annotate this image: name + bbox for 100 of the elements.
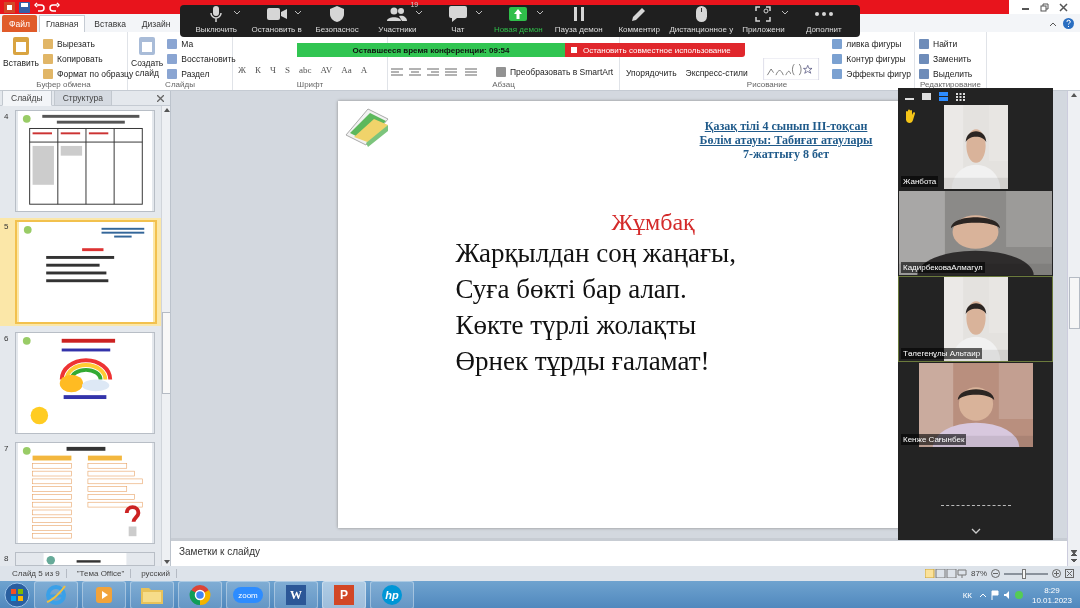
- slide-thumbnail-row[interactable]: 5: [0, 218, 161, 326]
- tool-icon: [918, 38, 930, 50]
- meeting-button[interactable]: Приложени: [733, 5, 794, 37]
- scroll-up-icon[interactable]: [164, 108, 170, 112]
- fit-slide-icon[interactable]: [1065, 569, 1074, 578]
- video-tile[interactable]: КадирбековаАлмагул: [898, 190, 1053, 276]
- ribbon-item[interactable]: Ма: [166, 38, 236, 50]
- pen-icon: [632, 7, 647, 21]
- format-button[interactable]: AV: [318, 65, 335, 75]
- caret-icon[interactable]: [415, 11, 422, 15]
- restore-icon[interactable]: [1040, 2, 1049, 12]
- meeting-button[interactable]: Дистанционное у: [669, 5, 734, 37]
- close-icon[interactable]: [157, 94, 164, 102]
- slide-thumbnail[interactable]: [15, 220, 157, 324]
- chevron-down-icon[interactable]: [970, 528, 981, 534]
- slide-thumbnail[interactable]: [15, 442, 155, 544]
- ribbon-item[interactable]: Эффекты фигур: [831, 68, 911, 80]
- slide-thumbnail-row[interactable]: 7: [0, 440, 161, 546]
- stop-share-button[interactable]: Остановить совместное использование: [565, 43, 745, 57]
- ribbon-tab[interactable]: Дизайн: [134, 15, 178, 32]
- powerpoint-icon[interactable]: [4, 1, 15, 13]
- microphone-icon: [210, 6, 223, 22]
- ribbon-item[interactable]: Формат по образцу: [42, 68, 134, 80]
- ribbon-tab[interactable]: Главная: [38, 15, 86, 32]
- undo-icon[interactable]: [34, 1, 45, 13]
- share-screen-icon: [509, 7, 528, 21]
- pane-tab[interactable]: Структура: [53, 90, 112, 106]
- view-buttons-icon[interactable]: [925, 569, 967, 578]
- tool-icon: [166, 53, 179, 65]
- caret-icon[interactable]: [234, 11, 241, 15]
- ribbon-item[interactable]: ливка фигуры: [831, 38, 911, 50]
- stop-icon: [571, 47, 577, 53]
- scroll-down-icon[interactable]: [164, 560, 170, 564]
- format-button[interactable]: Ж: [236, 65, 249, 75]
- participant-name: Төлегенұлы Альтаир: [901, 348, 983, 359]
- ribbon-item[interactable]: Заменить: [918, 53, 973, 65]
- format-button[interactable]: A: [358, 65, 370, 75]
- caret-icon[interactable]: [294, 11, 301, 15]
- collapse-ribbon-icon[interactable]: [1049, 20, 1057, 27]
- taskbar-button[interactable]: [178, 581, 222, 608]
- slide-thumbnail-row[interactable]: 6: [0, 330, 161, 436]
- format-button[interactable]: Ч: [268, 65, 278, 75]
- meeting-button[interactable]: Выключить: [186, 5, 247, 37]
- ribbon-tab[interactable]: Вставка: [87, 15, 133, 32]
- meeting-button[interactable]: Дополнит: [793, 5, 854, 37]
- slide-thumbnail-row[interactable]: 8: [0, 550, 161, 566]
- taskbar-button[interactable]: P: [322, 581, 366, 608]
- caret-icon[interactable]: [781, 11, 788, 15]
- pane-tab[interactable]: Слайды: [2, 90, 52, 106]
- scrollbar[interactable]: [1067, 91, 1080, 566]
- ribbon-tab[interactable]: Файл: [2, 15, 37, 32]
- format-button[interactable]: К: [253, 65, 264, 75]
- scroll-thumb[interactable]: [1068, 277, 1080, 329]
- grid-view-icon[interactable]: [955, 91, 966, 101]
- ribbon-button[interactable]: Вставить: [3, 34, 39, 80]
- slide-thumbnail[interactable]: [15, 332, 155, 434]
- caret-icon[interactable]: [476, 11, 483, 15]
- format-button[interactable]: Aa: [339, 65, 354, 75]
- single-view-icon[interactable]: [921, 91, 932, 101]
- taskbar-button[interactable]: W: [274, 581, 318, 608]
- save-icon[interactable]: [19, 1, 30, 13]
- scroll-thumb[interactable]: [162, 312, 170, 394]
- ribbon-item[interactable]: Преобразовать в SmartArt: [495, 66, 614, 78]
- scroll-down-icon[interactable]: [1071, 550, 1077, 564]
- redo-icon[interactable]: [49, 1, 60, 13]
- slide-thumbnail[interactable]: [15, 552, 155, 566]
- meeting-button[interactable]: Чат: [427, 5, 489, 37]
- meeting-button[interactable]: Безопаснос: [306, 5, 368, 37]
- zoom-in-icon[interactable]: [1052, 569, 1061, 578]
- meeting-button[interactable]: Остановить в: [246, 5, 307, 37]
- meeting-timer: Оставшееся время конференции: 09:54: [352, 45, 510, 55]
- ribbon-item[interactable]: Контур фигуры: [831, 53, 911, 65]
- zoom-slider[interactable]: [1022, 568, 1026, 579]
- slide-thumbnail[interactable]: [15, 110, 155, 212]
- ribbon-item[interactable]: Вырезать: [42, 38, 134, 50]
- meeting-button[interactable]: Новая демон: [488, 5, 549, 37]
- meeting-button[interactable]: Комментир: [608, 5, 670, 37]
- slide-thumbnail-row[interactable]: 4: [0, 108, 161, 214]
- format-button[interactable]: S: [282, 65, 292, 75]
- poem-line: Жарқылдан соң жаңағы,: [455, 238, 737, 268]
- tray-icons[interactable]: [979, 590, 1024, 600]
- ribbon-item[interactable]: Найти: [918, 38, 973, 50]
- ribbon-item[interactable]: Выделить: [918, 68, 973, 80]
- caret-icon[interactable]: [536, 11, 543, 15]
- zoom-out-icon[interactable]: [991, 569, 1000, 578]
- format-button[interactable]: abc: [296, 65, 314, 75]
- participant-name: КадирбековаАлмагул: [901, 262, 985, 273]
- ribbon-item[interactable]: Восстановить: [166, 53, 236, 65]
- start-button[interactable]: [4, 582, 30, 608]
- notes-field[interactable]: Заметки к слайду: [171, 538, 1067, 566]
- help-icon[interactable]: [1063, 18, 1074, 29]
- slide-number: 6: [4, 333, 10, 343]
- speaker-view-icon[interactable]: [938, 91, 949, 101]
- scroll-up-icon[interactable]: [1071, 93, 1077, 97]
- status-text: "Тема Office": [70, 569, 132, 578]
- ribbon-item[interactable]: Раздел: [166, 68, 236, 80]
- meeting-button[interactable]: Пауза демон: [548, 5, 609, 37]
- video-tile[interactable]: Кенже Сағынбек: [898, 362, 1053, 448]
- zoom-percent[interactable]: 87%: [971, 569, 987, 578]
- close-icon[interactable]: [1059, 2, 1068, 12]
